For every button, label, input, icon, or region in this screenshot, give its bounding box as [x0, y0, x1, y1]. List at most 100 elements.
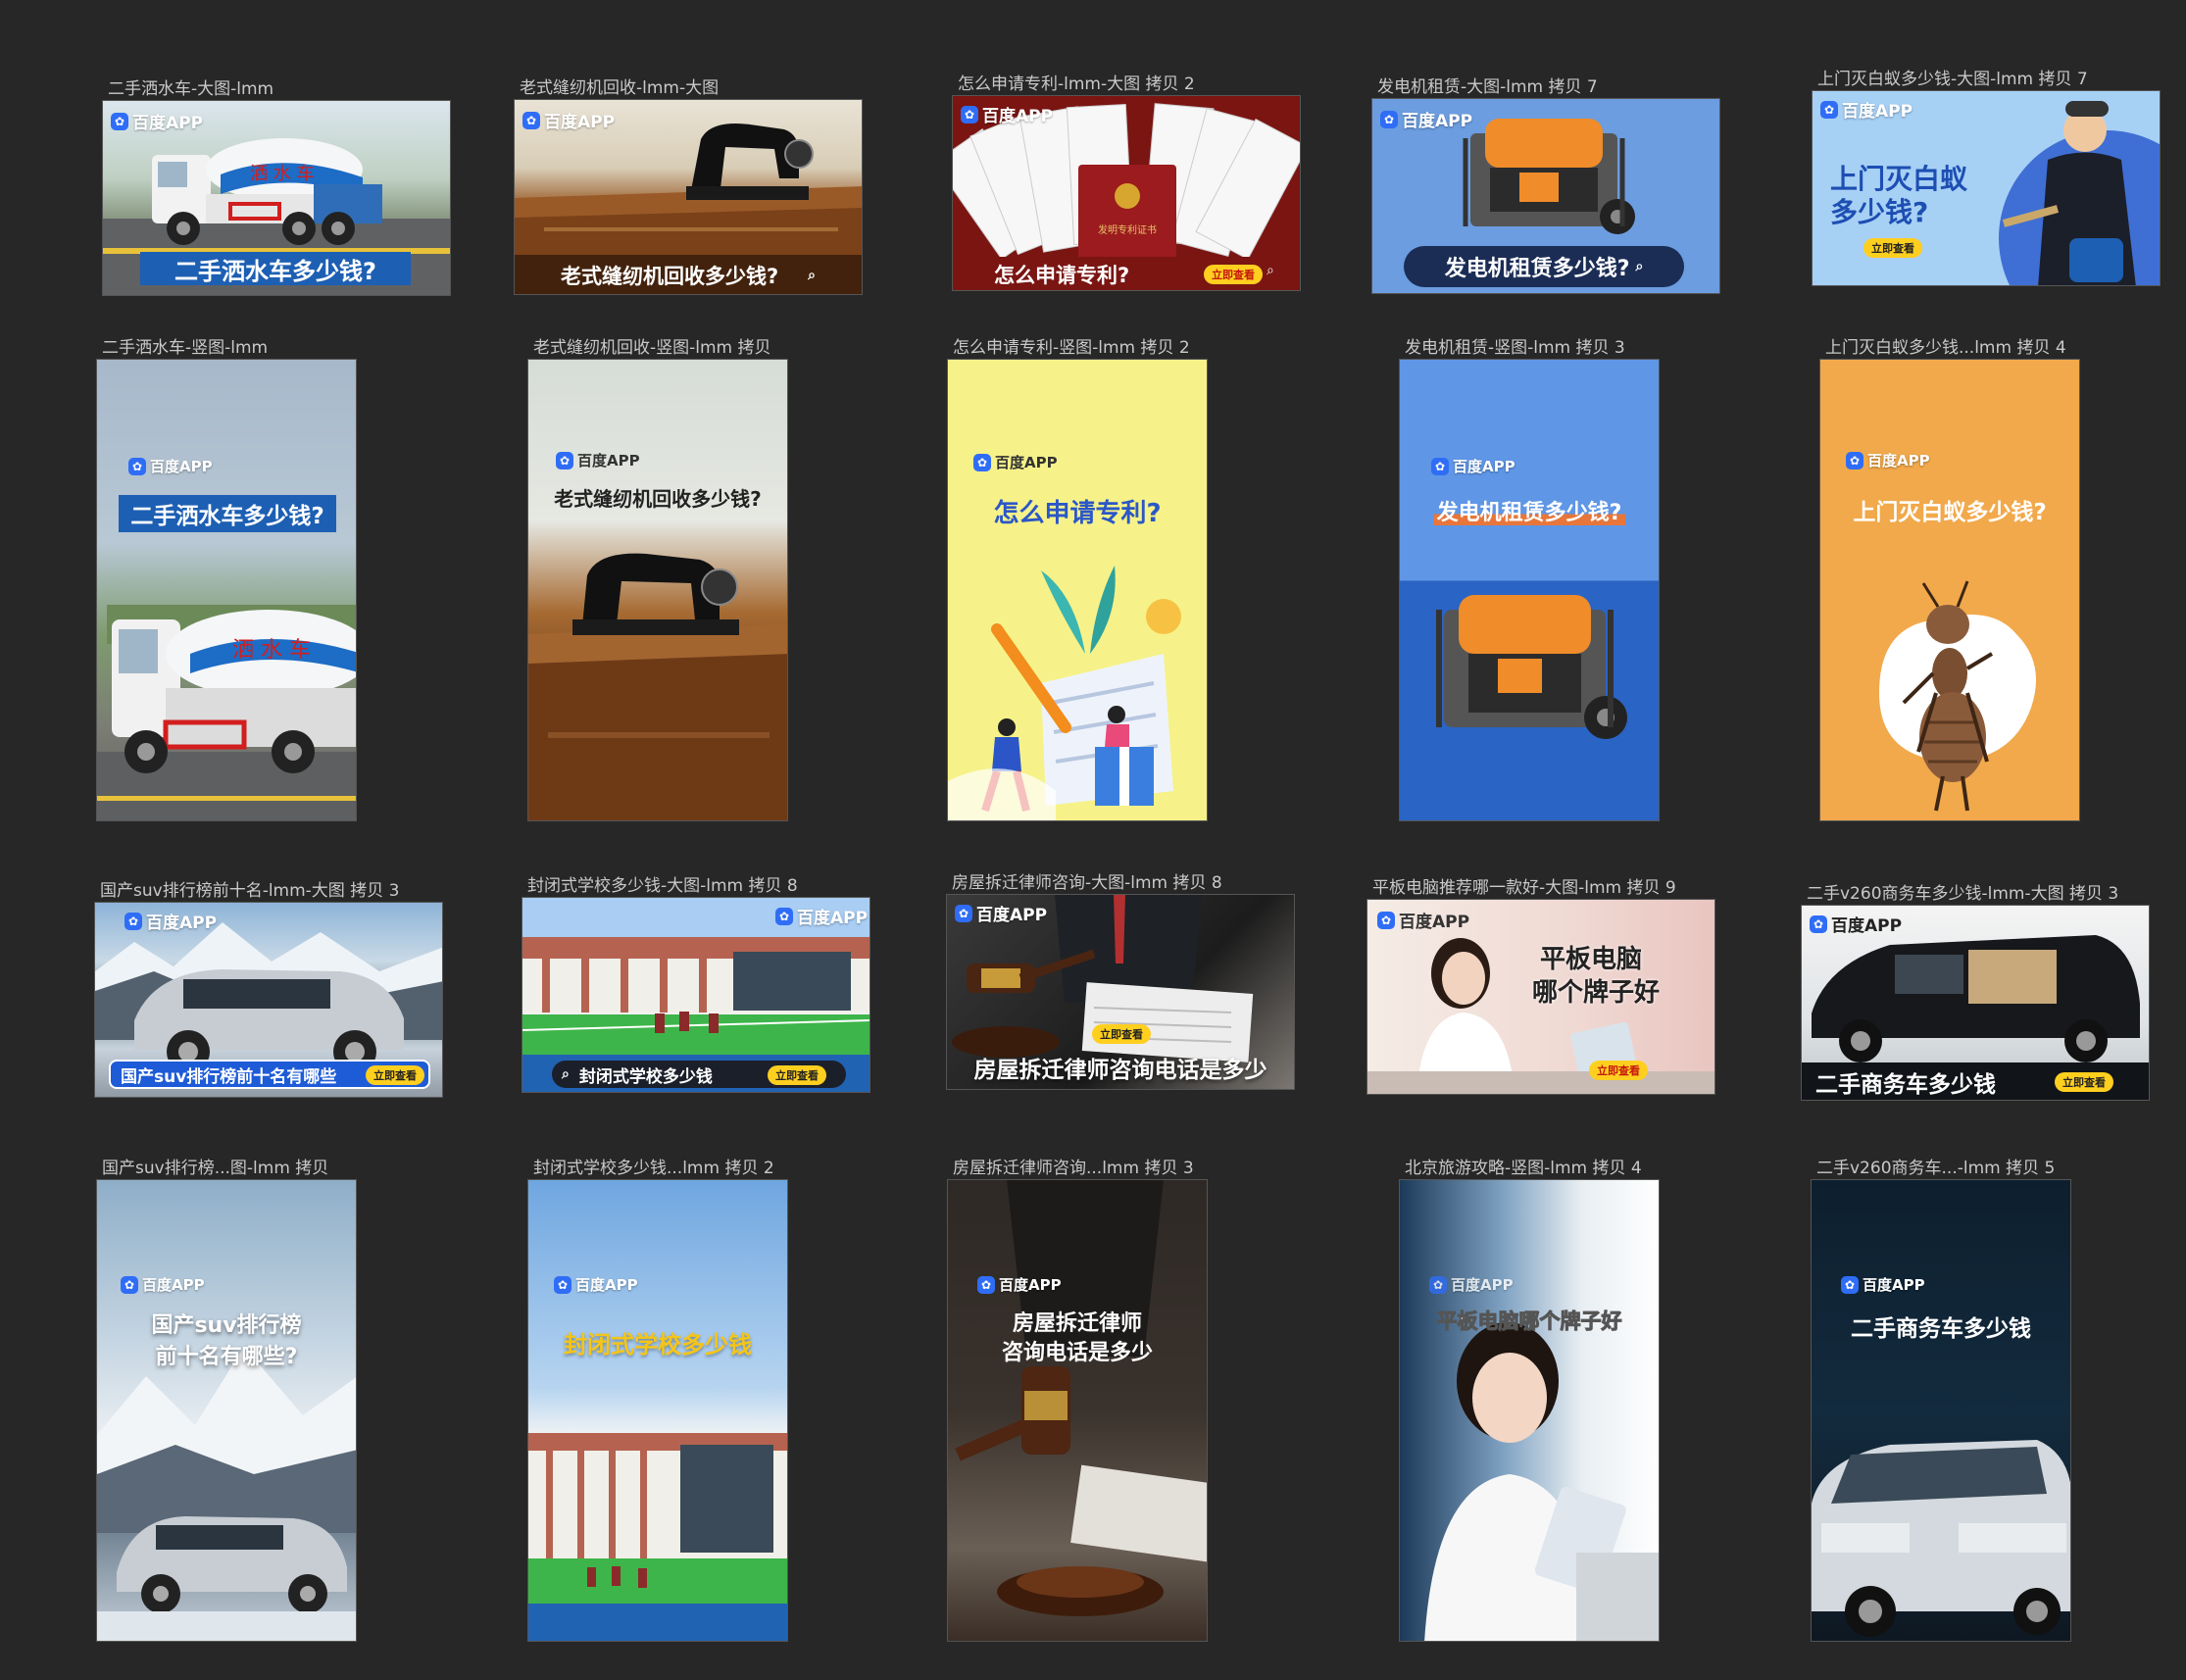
artboard-label[interactable]: 封闭式学校多少钱...lmm 拷贝 2 [533, 1154, 774, 1178]
ad-headline: 封闭式学校多少钱 [564, 1331, 752, 1359]
cta-button[interactable]: 立即查看 [1204, 265, 1263, 284]
search-icon: ⌕ [808, 268, 817, 283]
artboard-sewing-machine-landscape[interactable]: 老式缝纫机回收-lmm-大图 ✿ 百度APP 老式缝纫机回收多少钱? ⌕ [514, 78, 863, 295]
ad-headline-line-1: 国产suv排行榜 [151, 1313, 302, 1338]
baidu-app-logo: ✿ 百度APP [128, 456, 213, 476]
baidu-paw-icon: ✿ [1380, 110, 1398, 128]
ad-preview: 发明专利证书 ✿ 百度APP 怎么申请专利? 立即查看 ⌕ [952, 95, 1301, 291]
brand-text: 百度APP [995, 454, 1058, 471]
artboard-school-landscape[interactable]: 封闭式学校多少钱-大图-lmm 拷贝 8 ✿ 百度APP ⌕ 封闭式学校多少钱 立… [522, 876, 870, 1093]
artboard-label[interactable]: 发电机租赁-竖图-lmm 拷贝 3 [1405, 333, 1625, 358]
artboard-termite-portrait[interactable]: 上门灭白蚁多少钱...lmm 拷贝 4 ✿ 百度APP 上门灭白蚁多少钱? [1819, 338, 2080, 821]
artboard-label[interactable]: 老式缝纫机回收-竖图-lmm 拷贝 [533, 333, 771, 358]
ad-preview: ✿ 百度APP 老式缝纫机回收多少钱? ⌕ [514, 99, 863, 295]
artboard-label[interactable]: 怎么申请专利-lmm-大图 拷贝 2 [958, 70, 1195, 94]
ad-preview: ✿ 百度APP 国产suv排行榜 前十名有哪些? [96, 1179, 357, 1642]
artboard-label[interactable]: 上门灭白蚁多少钱...lmm 拷贝 4 [1825, 333, 2066, 358]
artboard-lawyer-landscape[interactable]: 房屋拆迁律师咨询-大图-lmm 拷贝 8 ✿ 百度APP 立即查看 房屋拆迁律师咨… [946, 873, 1295, 1090]
baidu-app-logo: ✿ 百度APP [556, 450, 640, 470]
ad-preview: ✿ 百度APP 怎么申请专利? [947, 359, 1208, 821]
ad-headline: 房屋拆迁律师咨询电话是多少 [973, 1058, 1267, 1083]
headline-text: 二手商务车多少钱 [1815, 1072, 1996, 1098]
patent-illustration [948, 566, 1181, 820]
artboard-suv-landscape[interactable]: 国产suv排行榜前十名-lmm-大图 拷贝 3 ✿ 百度APP 国产suv排行榜前… [94, 881, 443, 1098]
artboard-patent-landscape[interactable]: 怎么申请专利-lmm-大图 拷贝 2 发明专利证书 ✿ 百度APP 怎么申请专利?… [952, 74, 1301, 291]
ad-headline-line-2: 哪个牌子好 [1532, 978, 1661, 1008]
search-icon: ⌕ [1635, 259, 1644, 274]
artboard-label[interactable]: 发电机租赁-大图-lmm 拷贝 7 [1377, 73, 1598, 97]
artboard-lawyer-portrait[interactable]: 房屋拆迁律师咨询...lmm 拷贝 3 ✿ 百度APP 房屋拆迁律师 咨询电话是多… [947, 1159, 1208, 1642]
baidu-app-logo: ✿ 百度APP [124, 909, 217, 933]
baidu-app-logo: ✿ 百度APP [1377, 908, 1469, 932]
ad-preview: ✿ 百度APP 上门灭白蚁多少钱? [1819, 359, 2080, 821]
brand-text: 百度APP [142, 1276, 205, 1294]
brand-text: 百度APP [1451, 1276, 1514, 1294]
brand-text: 百度APP [132, 114, 204, 133]
ad-headline: 怎么申请专利? [993, 499, 1162, 528]
baidu-paw-icon: ✿ [522, 111, 540, 129]
artboard-water-truck-landscape[interactable]: 二手洒水车-大图-lmm 洒 水 车 ✿ 百度APP 二手洒水车多少钱? [102, 79, 451, 296]
artboard-label[interactable]: 怎么申请专利-竖图-lmm 拷贝 2 [953, 333, 1190, 358]
ad-preview: ✿ 百度APP 立即查看 房屋拆迁律师咨询电话是多少 [946, 894, 1295, 1090]
cta-button[interactable]: 立即查看 [1589, 1061, 1648, 1080]
cta-button[interactable]: 立即查看 [1092, 1024, 1151, 1044]
artboard-label[interactable]: 二手v260商务车...-lmm 拷贝 5 [1816, 1154, 2055, 1178]
artboard-label[interactable]: 上门灭白蚁多少钱-大图-lmm 拷贝 7 [1817, 65, 2088, 89]
artboard-school-portrait[interactable]: 封闭式学校多少钱...lmm 拷贝 2 ✿ 百度APP 封闭式学校多少钱 [527, 1159, 788, 1642]
baidu-app-logo: ✿ 百度APP [121, 1274, 205, 1295]
certificate-text: 发明专利证书 [1098, 223, 1157, 236]
artboard-patent-portrait[interactable]: 怎么申请专利-竖图-lmm 拷贝 2 ✿ 百度APP 怎么申请专利? [947, 338, 1208, 821]
ad-headline: 上门灭白蚁多少钱? [1853, 500, 2047, 525]
artboard-termite-landscape[interactable]: 上门灭白蚁多少钱-大图-lmm 拷贝 7 ✿ 百度APP 上门灭白蚁 多少钱? 立… [1812, 70, 2161, 286]
artboard-generator-portrait[interactable]: 发电机租赁-竖图-lmm 拷贝 3 ✿ 百度APP 发电机租赁多少钱? [1399, 338, 1660, 821]
brand-text: 百度APP [999, 1276, 1062, 1294]
brand-text: 百度APP [797, 909, 869, 928]
artboard-mpv-landscape[interactable]: 二手v260商务车多少钱-lmm-大图 拷贝 3 ✿ 百度APP 二手商务车多少钱… [1801, 884, 2150, 1101]
artboard-generator-landscape[interactable]: 发电机租赁-大图-lmm 拷贝 7 ✿ 百度APP 发电机租赁多少钱? ⌕ [1371, 77, 1720, 294]
artboard-label[interactable]: 房屋拆迁律师咨询-大图-lmm 拷贝 8 [952, 868, 1222, 893]
ant-illustration [1879, 580, 2036, 812]
ad-preview: ✿ 百度APP 老式缝纫机回收多少钱? [527, 359, 788, 821]
school-illustration [528, 1433, 787, 1641]
brand-text: 百度APP [1863, 1276, 1925, 1294]
baidu-app-logo: ✿ 百度APP [977, 1274, 1062, 1295]
cta-button[interactable]: 立即查看 [768, 1065, 826, 1085]
artboard-label[interactable]: 老式缝纫机回收-lmm-大图 [520, 74, 719, 98]
artboard-label[interactable]: 平板电脑推荐哪一款好-大图-lmm 拷贝 9 [1372, 873, 1676, 898]
generator-illustration [1436, 595, 1627, 739]
ad-headline: 老式缝纫机回收多少钱? ⌕ [515, 255, 862, 294]
artboard-label[interactable]: 国产suv排行榜前十名-lmm-大图 拷贝 3 [100, 876, 399, 901]
ad-preview: ✿ 百度APP 房屋拆迁律师 咨询电话是多少 [947, 1179, 1208, 1642]
headline-text: 怎么申请专利? [994, 264, 1130, 287]
cta-button[interactable]: 立即查看 [1863, 238, 1922, 258]
artboard-suv-portrait[interactable]: 国产suv排行榜...图-lmm 拷贝 ✿ 百度APP 国产suv排行榜 前十名有… [96, 1159, 357, 1642]
ad-headline: 发电机租赁多少钱? ⌕ [1404, 246, 1684, 287]
artboard-label[interactable]: 房屋拆迁律师咨询...lmm 拷贝 3 [953, 1154, 1194, 1178]
baidu-paw-icon: ✿ [1846, 451, 1863, 469]
baidu-app-logo: ✿ 百度APP [554, 1274, 638, 1295]
artboard-mpv-portrait[interactable]: 二手v260商务车...-lmm 拷贝 5 ✿ 百度APP 二手商务车多少钱 [1811, 1159, 2071, 1642]
ad-preview: ✿ 百度APP 发电机租赁多少钱? [1399, 359, 1660, 821]
baidu-app-logo: ✿ 百度APP [955, 901, 1047, 925]
artboard-label[interactable]: 二手洒水车-大图-lmm [108, 74, 273, 99]
cta-button[interactable]: 立即查看 [366, 1065, 424, 1085]
baidu-paw-icon: ✿ [1431, 457, 1449, 475]
artboard-tablet-portrait[interactable]: 北京旅游攻略-竖图-lmm 拷贝 4 ✿ 百度APP 平板电脑哪个牌子好 [1399, 1159, 1660, 1642]
cta-button[interactable]: 立即查看 [2055, 1072, 2113, 1092]
artboard-sewing-machine-portrait[interactable]: 老式缝纫机回收-竖图-lmm 拷贝 ✿ 百度APP 老式缝纫机回收多少钱? [527, 338, 788, 821]
brand-text: 百度APP [1831, 916, 1903, 936]
woman-with-tablet-illustration [1424, 1322, 1659, 1641]
artboard-label[interactable]: 二手洒水车-竖图-lmm [102, 333, 268, 358]
artboard-label[interactable]: 封闭式学校多少钱-大图-lmm 拷贝 8 [527, 871, 798, 896]
artboard-label[interactable]: 国产suv排行榜...图-lmm 拷贝 [102, 1154, 328, 1178]
headline-text: 封闭式学校多少钱 [578, 1066, 713, 1087]
ad-preview: 洒 水 车 ✿ 百度APP 二手洒水车多少钱? [102, 100, 451, 296]
baidu-app-logo: ✿ 百度APP [775, 904, 868, 928]
artboard-label[interactable]: 二手v260商务车多少钱-lmm-大图 拷贝 3 [1807, 879, 2118, 904]
artboard-label[interactable]: 北京旅游攻略-竖图-lmm 拷贝 4 [1405, 1154, 1642, 1178]
artboard-tablet-landscape[interactable]: 平板电脑推荐哪一款好-大图-lmm 拷贝 9 ✿ 百度APP 平板电脑 哪个牌子好… [1366, 878, 1715, 1095]
baidu-paw-icon: ✿ [111, 112, 128, 130]
baidu-paw-icon: ✿ [128, 457, 146, 475]
artboard-water-truck-portrait[interactable]: 二手洒水车-竖图-lmm 洒 水 车 ✿ 百度APP 二手洒水车多少钱? [96, 338, 357, 821]
mpv-illustration [1812, 1440, 2070, 1637]
